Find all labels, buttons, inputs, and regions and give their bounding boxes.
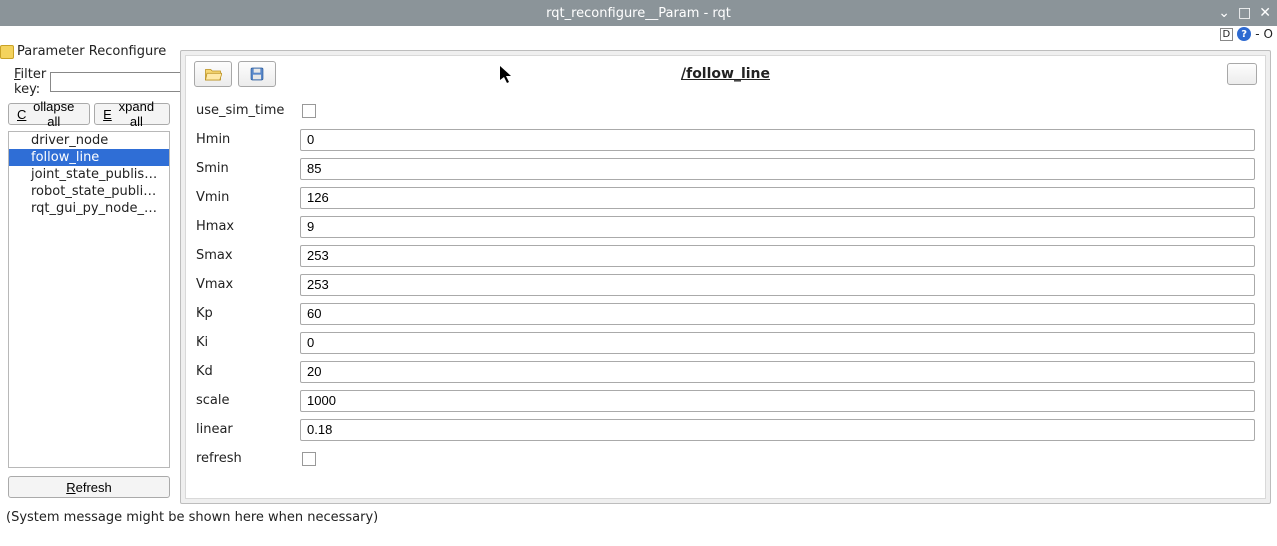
param-input[interactable] bbox=[300, 303, 1255, 325]
maximize-icon[interactable]: □ bbox=[1238, 6, 1251, 20]
param-row: Hmin bbox=[196, 125, 1255, 154]
param-checkbox[interactable] bbox=[302, 452, 316, 466]
param-row: refresh bbox=[196, 444, 1255, 473]
node-tree-item[interactable]: follow_line bbox=[9, 149, 169, 166]
node-path-title: /follow_line bbox=[681, 66, 770, 82]
menubar-minus[interactable]: - bbox=[1255, 27, 1259, 41]
main-inner: /follow_line use_sim_time Hmin Smin Vmin Hma… bbox=[185, 55, 1266, 499]
param-input[interactable] bbox=[300, 129, 1255, 151]
param-row: scale bbox=[196, 386, 1255, 415]
window-title: rqt_reconfigure__Param - rqt bbox=[546, 6, 731, 21]
main-panel: /follow_line use_sim_time Hmin Smin Vmin Hma… bbox=[180, 50, 1271, 504]
node-tree-item[interactable]: driver_node bbox=[9, 132, 169, 149]
filter-label: Filter key: bbox=[14, 67, 46, 97]
main-header: /follow_line bbox=[186, 56, 1265, 92]
param-input[interactable] bbox=[300, 187, 1255, 209]
refresh-wrap: Refresh bbox=[0, 468, 178, 506]
sidebar-title-row: Parameter Reconfigure bbox=[0, 42, 178, 61]
param-input[interactable] bbox=[300, 245, 1255, 267]
param-row: Hmax bbox=[196, 212, 1255, 241]
param-label: Hmin bbox=[196, 132, 300, 147]
menubar-o[interactable]: O bbox=[1264, 27, 1273, 41]
param-label: Vmin bbox=[196, 190, 300, 205]
param-input[interactable] bbox=[300, 390, 1255, 412]
params-area: use_sim_time Hmin Smin Vmin Hmax Smax Vmax Kp Ki… bbox=[186, 92, 1265, 498]
sidebar-title-text: Parameter Reconfigure bbox=[17, 44, 166, 59]
menubar: D ? - O bbox=[0, 26, 1277, 42]
floppy-disk-icon bbox=[248, 66, 266, 82]
sidebar: Parameter Reconfigure Filter key: Collap… bbox=[0, 42, 178, 506]
open-file-button[interactable] bbox=[194, 61, 232, 87]
node-tree-item[interactable]: robot_state_publis... bbox=[9, 183, 169, 200]
param-row: Smin bbox=[196, 154, 1255, 183]
node-tree-item[interactable]: joint_state_publisher bbox=[9, 166, 169, 183]
expand-all-button[interactable]: Expand all bbox=[94, 103, 170, 125]
minimize-icon[interactable]: ⌄ bbox=[1218, 6, 1230, 20]
param-row: linear bbox=[196, 415, 1255, 444]
node-tree-item[interactable]: rqt_gui_py_node_4... bbox=[9, 200, 169, 217]
dock-toggle-button[interactable]: D bbox=[1220, 28, 1234, 41]
param-label: Hmax bbox=[196, 219, 300, 234]
param-label: scale bbox=[196, 393, 300, 408]
param-row: Vmax bbox=[196, 270, 1255, 299]
param-label: Kd bbox=[196, 364, 300, 379]
param-label: Kp bbox=[196, 306, 300, 321]
status-message: (System message might be shown here when… bbox=[6, 510, 378, 525]
param-label: use_sim_time bbox=[196, 103, 300, 118]
param-label: Ki bbox=[196, 335, 300, 350]
node-tree[interactable]: driver_nodefollow_linejoint_state_publis… bbox=[8, 131, 170, 468]
window-controls: ⌄ □ ✕ bbox=[1218, 0, 1271, 26]
save-file-button[interactable] bbox=[238, 61, 276, 87]
gear-icon bbox=[0, 45, 14, 59]
param-label: linear bbox=[196, 422, 300, 437]
filter-row: Filter key: bbox=[0, 61, 178, 103]
param-input[interactable] bbox=[300, 419, 1255, 441]
param-checkbox[interactable] bbox=[302, 104, 316, 118]
menubar-right: D ? - O bbox=[1220, 26, 1274, 42]
param-label: Smin bbox=[196, 161, 300, 176]
refresh-button[interactable]: Refresh bbox=[8, 476, 170, 498]
window-titlebar: rqt_reconfigure__Param - rqt ⌄ □ ✕ bbox=[0, 0, 1277, 26]
app-body: Parameter Reconfigure Filter key: Collap… bbox=[0, 42, 1277, 506]
param-row: Kd bbox=[196, 357, 1255, 386]
folder-open-icon bbox=[204, 66, 222, 82]
param-row: Smax bbox=[196, 241, 1255, 270]
param-label: Vmax bbox=[196, 277, 300, 292]
param-label: Smax bbox=[196, 248, 300, 263]
param-input[interactable] bbox=[300, 361, 1255, 383]
collapse-all-button[interactable]: Collapse all bbox=[8, 103, 90, 125]
param-row: use_sim_time bbox=[196, 96, 1255, 125]
param-label: refresh bbox=[196, 451, 300, 466]
param-input[interactable] bbox=[300, 158, 1255, 180]
param-input[interactable] bbox=[300, 274, 1255, 296]
help-icon[interactable]: ? bbox=[1237, 27, 1251, 41]
param-row: Kp bbox=[196, 299, 1255, 328]
param-row: Vmin bbox=[196, 183, 1255, 212]
panel-dock-button[interactable] bbox=[1227, 63, 1257, 85]
param-input[interactable] bbox=[300, 332, 1255, 354]
close-icon[interactable]: ✕ bbox=[1259, 6, 1271, 20]
status-bar: (System message might be shown here when… bbox=[0, 506, 1277, 529]
param-row: Ki bbox=[196, 328, 1255, 357]
tree-button-row: Collapse all Expand all bbox=[0, 103, 178, 125]
param-input[interactable] bbox=[300, 216, 1255, 238]
